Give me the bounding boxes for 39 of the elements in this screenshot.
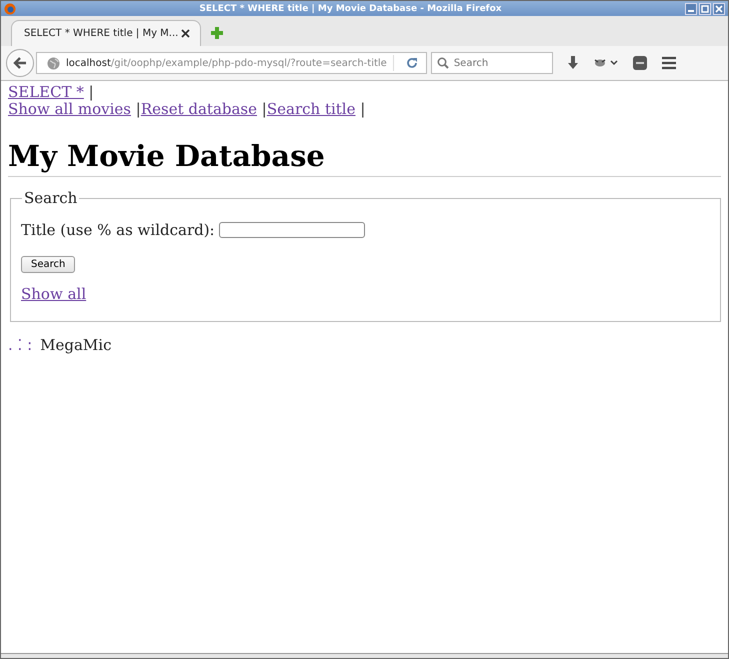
back-arrow-icon xyxy=(13,56,27,70)
footer-mark: . ⁚ : xyxy=(8,336,32,354)
globe-icon xyxy=(47,56,60,70)
minimize-button[interactable] xyxy=(685,2,697,14)
separator: | xyxy=(262,100,267,118)
form-legend: Search xyxy=(22,189,80,207)
search-button[interactable]: Search xyxy=(21,256,76,273)
search-field[interactable]: Search xyxy=(430,52,553,74)
maximize-icon xyxy=(701,4,709,12)
separator: | xyxy=(360,100,366,118)
back-button[interactable] xyxy=(6,49,34,77)
title-field[interactable] xyxy=(218,222,365,238)
download-icon[interactable] xyxy=(566,56,579,70)
nav-link[interactable]: Search title xyxy=(266,100,356,118)
menu-icon[interactable] xyxy=(660,56,677,70)
close-icon xyxy=(715,4,723,12)
maximize-button[interactable] xyxy=(699,2,711,14)
url-text: localhost/git/oophp/example/php-pdo-mysql/?route=search-title xyxy=(66,58,387,68)
address-bar[interactable]: localhost/git/oophp/example/php-pdo-mysql/?route=search-title xyxy=(36,52,427,74)
separator: | xyxy=(136,100,141,118)
nav-link[interactable]: Show all movies xyxy=(8,100,131,118)
field-label: Title (use % as wildcard): xyxy=(21,221,215,239)
search-icon xyxy=(436,57,449,69)
footer-text: MegaMic xyxy=(40,336,112,354)
browser-logo-icon xyxy=(4,2,16,14)
reload-icon[interactable] xyxy=(406,57,418,69)
close-icon[interactable] xyxy=(181,29,190,38)
scroll-bar[interactable] xyxy=(1,653,728,658)
nav-link[interactable]: SELECT * xyxy=(8,83,84,101)
nav-link[interactable]: Reset database xyxy=(140,100,258,118)
new-tab-icon[interactable] xyxy=(211,27,223,39)
sleep-icon[interactable] xyxy=(632,56,647,70)
browser-tab[interactable]: SELECT * WHERE title | My M... xyxy=(11,20,201,46)
bug-icon[interactable] xyxy=(592,57,619,69)
show-all-link[interactable]: Show all xyxy=(21,285,86,303)
separator: | xyxy=(88,83,94,101)
close-button[interactable] xyxy=(713,2,725,14)
page-heading: My Movie Database xyxy=(8,138,721,177)
window-title: SELECT * WHERE title | My Movie Database - Mozilla Firefox xyxy=(198,4,503,14)
